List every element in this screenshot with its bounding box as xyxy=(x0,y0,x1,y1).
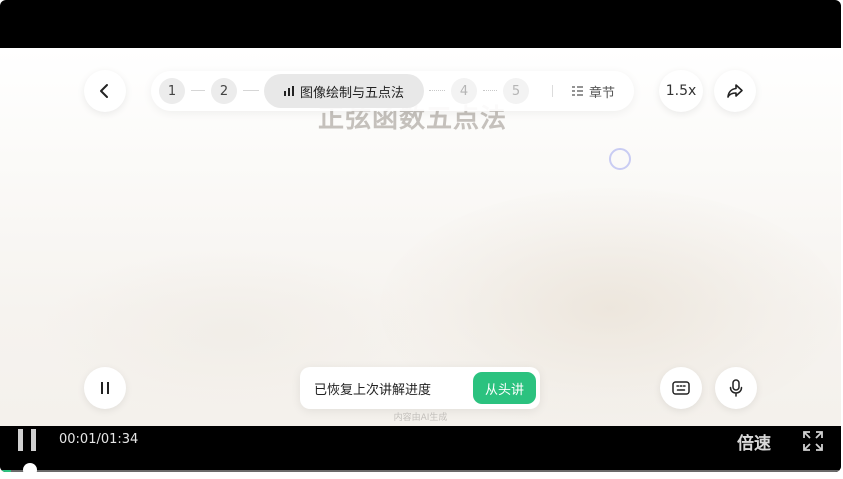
control-bar: 00:01/01:34 倍速 xyxy=(0,426,841,472)
chapters-label: 章节 xyxy=(589,85,616,101)
back-icon xyxy=(100,84,108,98)
chapter-navigator: 1 2 图像绘制与五点法 4 5 章节 xyxy=(151,71,634,111)
ai-generated-note: 内容由AI生成 xyxy=(393,413,448,423)
mic-icon xyxy=(729,379,743,397)
back-button[interactable] xyxy=(84,70,126,112)
step-connector xyxy=(483,90,497,91)
current-chapter-label: 图像绘制与五点法 xyxy=(299,85,404,101)
chapter-list-icon xyxy=(572,86,583,96)
fullscreen-button[interactable] xyxy=(801,429,825,453)
pause-icon xyxy=(101,382,109,394)
chapter-step-1[interactable]: 1 xyxy=(159,78,185,104)
chapters-button[interactable]: 章节 xyxy=(571,81,615,101)
video-player: 正弦函数五点法 1 2 图像绘制与五点法 4 5 章节 1.5x 已恢复上次讲解… xyxy=(0,0,841,472)
pause-icon xyxy=(31,429,36,451)
speed-button[interactable]: 1.5x xyxy=(659,70,703,112)
mic-button[interactable] xyxy=(715,367,757,409)
toast-message: 已恢复上次讲解进度 xyxy=(314,383,432,398)
video-canvas[interactable]: 正弦函数五点法 1 2 图像绘制与五点法 4 5 章节 1.5x 已恢复上次讲解… xyxy=(0,48,841,426)
rate-button[interactable]: 倍速 xyxy=(737,429,771,454)
duration: 01:34 xyxy=(100,432,139,447)
chapter-step-4[interactable]: 4 xyxy=(451,78,477,104)
resume-toast: 已恢复上次讲解进度 从头讲 xyxy=(300,367,540,409)
step-connector xyxy=(191,90,205,91)
progress-fill xyxy=(2,470,12,472)
chapter-step-5[interactable]: 5 xyxy=(503,78,529,104)
progress-handle[interactable] xyxy=(23,463,37,472)
share-button[interactable] xyxy=(714,70,756,112)
share-icon xyxy=(727,84,743,98)
chapter-step-2[interactable]: 2 xyxy=(211,78,237,104)
subtitle-button[interactable] xyxy=(660,367,702,409)
time-display: 00:01/01:34 xyxy=(59,432,139,447)
signal-bars-icon xyxy=(283,86,294,96)
pause-icon xyxy=(18,429,23,451)
current-chapter[interactable]: 图像绘制与五点法 xyxy=(264,74,424,108)
elapsed-time: 00:01 xyxy=(59,432,97,447)
step-connector xyxy=(243,90,259,91)
nav-divider xyxy=(552,85,553,97)
pause-button[interactable] xyxy=(84,367,126,409)
control-pause-button[interactable] xyxy=(18,429,40,451)
cursor-indicator xyxy=(609,148,631,170)
step-connector xyxy=(429,90,445,91)
fullscreen-icon xyxy=(803,431,823,451)
subtitle-icon xyxy=(672,381,690,395)
progress-bar[interactable] xyxy=(2,463,839,472)
restart-button[interactable]: 从头讲 xyxy=(473,372,536,404)
